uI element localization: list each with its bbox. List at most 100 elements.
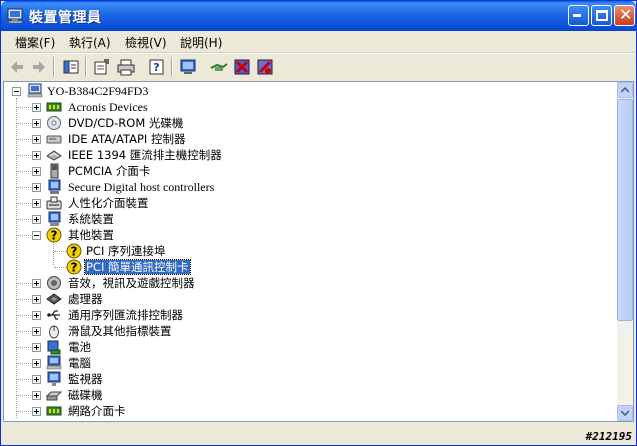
tree-connector [17, 315, 31, 316]
tree-item-label: IDE ATA/ATAPI 控制器 [68, 132, 186, 146]
expand-icon[interactable] [32, 199, 41, 208]
close-button[interactable]: ✕ [614, 5, 635, 26]
expand-icon[interactable] [32, 343, 41, 352]
expand-icon[interactable] [32, 375, 41, 384]
unknown-device-icon: ? [46, 227, 62, 243]
toolbar: ? [1, 53, 636, 80]
tree-item-system[interactable]: 系統裝置 [8, 211, 608, 227]
svg-text:?: ? [51, 229, 58, 243]
expand-icon[interactable] [32, 119, 41, 128]
menu-view[interactable]: 檢視(V) [125, 34, 167, 51]
expand-icon[interactable] [32, 279, 41, 288]
unknown-device-icon: ? [66, 243, 82, 259]
tree-connector [17, 187, 31, 188]
collapse-icon[interactable] [12, 87, 21, 96]
back-icon[interactable] [7, 57, 27, 77]
show-hide-tree-icon[interactable] [61, 57, 81, 77]
tree-connector [17, 139, 31, 140]
tree-item-sound[interactable]: 音效，視訊及遊戲控制器 [8, 275, 608, 291]
tree-item-other[interactable]: ? 其他裝置 [8, 227, 608, 243]
tree-connector [17, 203, 31, 204]
help-icon[interactable]: ? [147, 57, 167, 77]
vertical-scrollbar[interactable] [617, 82, 633, 421]
expand-icon[interactable] [32, 151, 41, 160]
minimize-button[interactable] [568, 5, 589, 26]
expand-icon[interactable] [32, 391, 41, 400]
tree-item-label: 音效，視訊及遊戲控制器 [68, 276, 195, 290]
tree-item-mouse[interactable]: 滑鼠及其他指標裝置 [8, 323, 608, 339]
tree-item-label-selected: PCI 簡單通訊控制卡 [84, 259, 191, 275]
scrollbar-thumb[interactable] [617, 99, 633, 321]
uninstall-icon[interactable] [232, 57, 252, 77]
tree-item-label: Acronis Devices [68, 100, 148, 114]
tree-item-label: 通用序列匯流排控制器 [68, 308, 183, 322]
expand-icon[interactable] [32, 311, 41, 320]
tree-item-monitor[interactable]: 監視器 [8, 371, 608, 387]
tree-item-sd[interactable]: Secure Digital host controllers [8, 179, 608, 195]
tree-connector [17, 283, 31, 284]
tree-connector [17, 107, 31, 108]
dvd-drive-icon [47, 116, 61, 130]
network-adapter-icon [46, 406, 62, 416]
title-bar[interactable]: 裝置管理員 ✕ [1, 1, 636, 31]
expand-icon[interactable] [32, 135, 41, 144]
tree-item-network[interactable]: 網路介面卡 [8, 403, 608, 419]
computer-icon [27, 83, 43, 98]
forward-icon[interactable] [29, 57, 49, 77]
processor-icon [46, 293, 62, 305]
system-device-icon [48, 211, 61, 226]
computer-icon [46, 355, 62, 370]
scroll-down-button[interactable] [617, 405, 633, 421]
tree-connector [17, 155, 31, 156]
expand-icon[interactable] [32, 103, 41, 112]
menu-file[interactable]: 檔案(F) [15, 34, 55, 51]
device-tree[interactable]: YO-B384C2F94FD3 Acronis Devices DVD/CD-R… [3, 81, 634, 422]
svg-text:?: ? [71, 245, 78, 259]
update-driver-icon[interactable] [209, 57, 229, 77]
tree-item-dvd[interactable]: DVD/CD-ROM 光碟機 [8, 115, 608, 131]
tree-item-battery[interactable]: 電池 [8, 339, 608, 355]
svg-text:?: ? [71, 261, 78, 275]
tree-item-usb[interactable]: 通用序列匯流排控制器 [8, 307, 608, 323]
tree-connector [17, 363, 31, 364]
tree-item-processor[interactable]: 處理器 [8, 291, 608, 307]
expand-icon[interactable] [32, 327, 41, 336]
tree-item-acronis[interactable]: Acronis Devices [8, 99, 608, 115]
menu-help[interactable]: 說明(H) [180, 34, 222, 51]
menu-bar: 檔案(F) 執行(A) 檢視(V) 說明(H) [1, 31, 636, 53]
sd-host-icon [48, 179, 61, 194]
watermark: #212195 [585, 430, 632, 443]
disable-icon[interactable] [255, 57, 275, 77]
collapse-icon[interactable] [32, 231, 41, 240]
tree-item-ide[interactable]: IDE ATA/ATAPI 控制器 [8, 131, 608, 147]
tree-connector [17, 395, 31, 396]
expand-icon[interactable] [32, 407, 41, 416]
expand-icon[interactable] [32, 359, 41, 368]
menu-action[interactable]: 執行(A) [69, 34, 111, 51]
scan-hardware-icon[interactable] [178, 57, 198, 77]
expand-icon[interactable] [32, 183, 41, 192]
tree-connector [54, 251, 66, 252]
maximize-button[interactable] [591, 5, 612, 26]
tree-item-pci-simple-comm[interactable]: ? PCI 簡單通訊控制卡 [8, 259, 608, 275]
tree-root[interactable]: YO-B384C2F94FD3 [8, 83, 308, 99]
tree-connector [17, 347, 31, 348]
tree-item-pci-serial[interactable]: ? PCI 序列連接埠 [8, 243, 608, 259]
tree-item-pcmcia[interactable]: PCMCIA 介面卡 [8, 163, 608, 179]
monitor-icon [47, 371, 61, 386]
tree-item-hid[interactable]: 人性化介面裝置 [8, 195, 608, 211]
expand-icon[interactable] [32, 215, 41, 224]
tree-item-label: 滑鼠及其他指標裝置 [68, 324, 172, 338]
scroll-up-button[interactable] [617, 82, 633, 98]
svg-text:?: ? [153, 61, 159, 74]
tree-item-ieee1394[interactable]: IEEE 1394 匯流排主機控制器 [8, 147, 608, 163]
tree-item-disk[interactable]: 磁碟機 [8, 387, 608, 403]
expand-icon[interactable] [32, 295, 41, 304]
tree-item-computer[interactable]: 電腦 [8, 355, 608, 371]
tree-root-label: YO-B384C2F94FD3 [47, 84, 149, 98]
tree-item-label: DVD/CD-ROM 光碟機 [68, 116, 184, 130]
properties-icon[interactable] [92, 57, 112, 77]
print-icon[interactable] [116, 57, 136, 77]
window-title: 裝置管理員 [29, 10, 102, 26]
expand-icon[interactable] [32, 167, 41, 176]
